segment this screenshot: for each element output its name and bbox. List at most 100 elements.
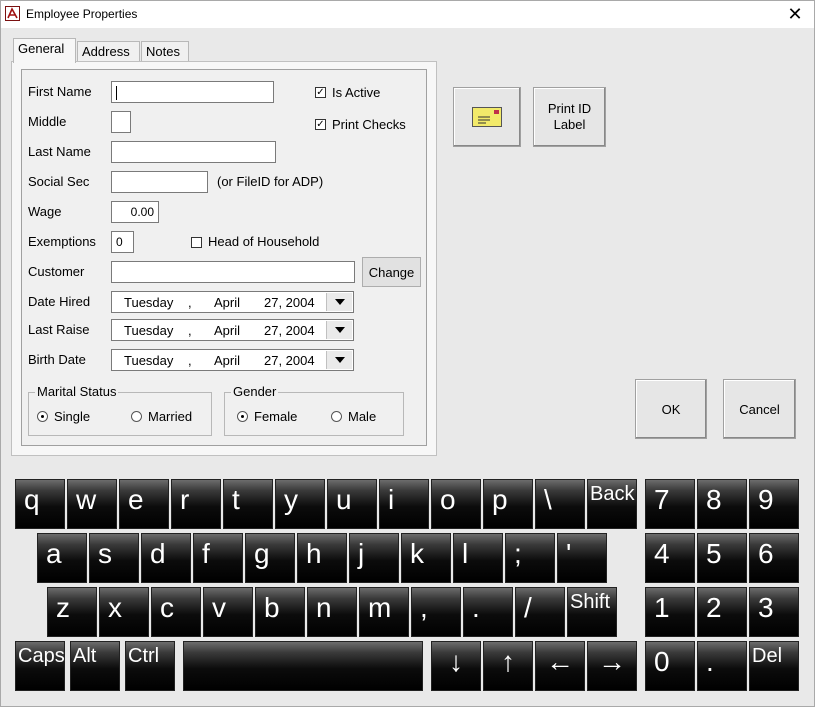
tab-notes[interactable]: Notes — [141, 41, 189, 62]
key-label: Ctrl — [128, 645, 160, 667]
is-active-checkbox[interactable]: ✓ — [315, 87, 326, 98]
key-label: c — [160, 592, 174, 623]
key-s[interactable]: s — [89, 533, 139, 583]
first-name-input[interactable] — [111, 81, 274, 103]
key-label: Back — [590, 483, 635, 505]
key-i[interactable]: i — [379, 479, 429, 529]
key-v[interactable]: v — [203, 587, 253, 637]
key-period[interactable]: . — [463, 587, 513, 637]
tab-general[interactable]: General — [13, 38, 76, 63]
close-icon[interactable]: ✕ — [786, 4, 804, 24]
date-hired-picker[interactable]: Tuesday , April 27, 2004 — [111, 291, 354, 313]
print-id-label-button[interactable]: Print ID Label — [533, 87, 606, 147]
key-e[interactable]: e — [119, 479, 169, 529]
key-f[interactable]: f — [193, 533, 243, 583]
key-del[interactable]: Del — [749, 641, 799, 691]
social-sec-input[interactable] — [111, 171, 208, 193]
key-r[interactable]: r — [171, 479, 221, 529]
key-p[interactable]: p — [483, 479, 533, 529]
key-t[interactable]: t — [223, 479, 273, 529]
key-caps[interactable]: Caps — [15, 641, 65, 691]
exemptions-input[interactable]: 0 — [111, 231, 134, 253]
head-of-household-checkbox[interactable] — [191, 237, 202, 248]
customer-input[interactable] — [111, 261, 355, 283]
key-7[interactable]: 7 — [645, 479, 695, 529]
key-y[interactable]: y — [275, 479, 325, 529]
key-d[interactable]: d — [141, 533, 191, 583]
key-k[interactable]: k — [401, 533, 451, 583]
key-left-arrow[interactable]: ← — [535, 641, 585, 691]
key-3[interactable]: 3 — [749, 587, 799, 637]
key-m[interactable]: m — [359, 587, 409, 637]
key-down-arrow[interactable]: ↓ — [431, 641, 481, 691]
key-label: b — [264, 592, 280, 623]
key-4[interactable]: 4 — [645, 533, 695, 583]
chevron-down-icon[interactable] — [326, 321, 352, 339]
key-right-arrow[interactable]: → — [587, 641, 637, 691]
ok-button[interactable]: OK — [635, 379, 707, 439]
key-l[interactable]: l — [453, 533, 503, 583]
tab-address[interactable]: Address — [77, 41, 140, 62]
key-comma[interactable]: , — [411, 587, 461, 637]
male-radio[interactable] — [331, 411, 342, 422]
key-1[interactable]: 1 — [645, 587, 695, 637]
key-slash[interactable]: / — [515, 587, 565, 637]
chevron-down-icon[interactable] — [326, 293, 352, 311]
key-n[interactable]: n — [307, 587, 357, 637]
social-sec-label: Social Sec — [28, 174, 90, 189]
change-customer-button[interactable]: Change — [362, 257, 421, 287]
key-space[interactable] — [183, 641, 423, 691]
print-checks-checkbox[interactable]: ✓ — [315, 119, 326, 130]
key-label: \ — [544, 484, 552, 515]
key-h[interactable]: h — [297, 533, 347, 583]
key-q[interactable]: q — [15, 479, 65, 529]
key-label: a — [46, 538, 62, 569]
key-b[interactable]: b — [255, 587, 305, 637]
app-icon — [5, 6, 20, 21]
key-2[interactable]: 2 — [697, 587, 747, 637]
last-name-input[interactable] — [111, 141, 276, 163]
key-up-arrow[interactable]: ↑ — [483, 641, 533, 691]
key-g[interactable]: g — [245, 533, 295, 583]
key-alt[interactable]: Alt — [70, 641, 120, 691]
key-x[interactable]: x — [99, 587, 149, 637]
key-8[interactable]: 8 — [697, 479, 747, 529]
key-period[interactable]: . — [697, 641, 747, 691]
single-label: Single — [54, 409, 91, 424]
female-radio[interactable] — [237, 411, 248, 422]
key-label: → — [598, 646, 626, 677]
key-o[interactable]: o — [431, 479, 481, 529]
key-c[interactable]: c — [151, 587, 201, 637]
key-shift[interactable]: Shift — [567, 587, 617, 637]
birth-date-weekday: Tuesday — [124, 353, 174, 368]
cancel-button[interactable]: Cancel — [723, 379, 796, 439]
key-9[interactable]: 9 — [749, 479, 799, 529]
key-5[interactable]: 5 — [697, 533, 747, 583]
key-z[interactable]: z — [47, 587, 97, 637]
key-label: Caps — [18, 645, 65, 667]
key-u[interactable]: u — [327, 479, 377, 529]
key-back[interactable]: Back — [587, 479, 637, 529]
middle-input[interactable] — [111, 111, 131, 133]
chevron-down-icon[interactable] — [326, 351, 352, 369]
key-backslash[interactable]: \ — [535, 479, 585, 529]
key-0[interactable]: 0 — [645, 641, 695, 691]
key-semicolon[interactable]: ; — [505, 533, 555, 583]
is-active-label: Is Active — [332, 85, 381, 100]
birth-date-picker[interactable]: Tuesday , April 27, 2004 — [111, 349, 354, 371]
married-radio[interactable] — [131, 411, 142, 422]
key-a[interactable]: a — [37, 533, 87, 583]
gender-group: Gender Female Male — [224, 384, 404, 436]
key-w[interactable]: w — [67, 479, 117, 529]
key-label: h — [306, 538, 322, 569]
key-ctrl[interactable]: Ctrl — [125, 641, 175, 691]
wage-input[interactable]: 0.00 — [111, 201, 159, 223]
single-radio[interactable] — [37, 411, 48, 422]
key-apostrophe[interactable]: ' — [557, 533, 607, 583]
key-label: . — [706, 646, 714, 677]
key-j[interactable]: j — [349, 533, 399, 583]
last-raise-picker[interactable]: Tuesday , April 27, 2004 — [111, 319, 354, 341]
key-6[interactable]: 6 — [749, 533, 799, 583]
key-label: ↑ — [501, 646, 515, 677]
envelope-button[interactable] — [453, 87, 521, 147]
